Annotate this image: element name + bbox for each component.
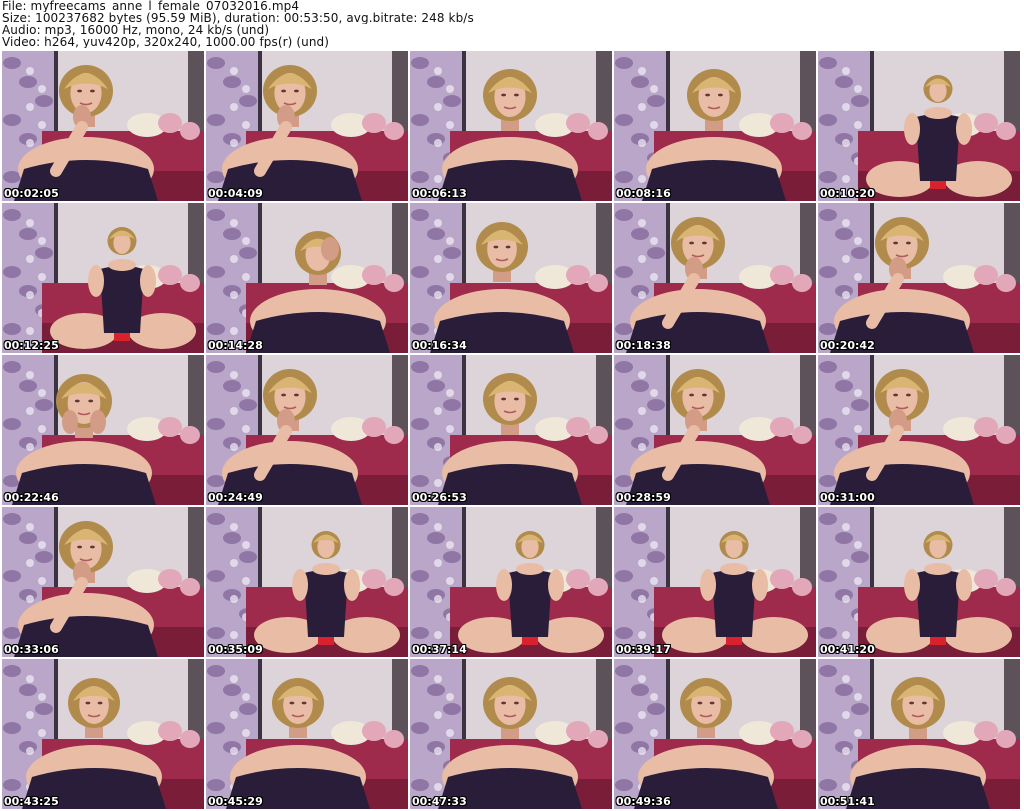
thumbnail-image bbox=[614, 507, 816, 657]
thumbnail-timestamp: 00:08:16 bbox=[616, 187, 671, 200]
file-name-line: File: myfreecams_anne_l_female_07032016.… bbox=[2, 0, 300, 12]
thumbnail-timestamp: 00:24:49 bbox=[208, 491, 263, 504]
thumbnail-image bbox=[2, 355, 204, 505]
thumbnail-timestamp: 00:14:28 bbox=[208, 339, 263, 352]
thumbnail-timestamp: 00:51:41 bbox=[820, 795, 875, 808]
thumbnail-timestamp: 00:18:38 bbox=[616, 339, 671, 352]
video-thumbnail: 00:31:00 bbox=[818, 355, 1020, 505]
video-thumbnail: 00:51:41 bbox=[818, 659, 1020, 809]
video-thumbnail: 00:39:17 bbox=[614, 507, 816, 657]
thumbnail-timestamp: 00:43:25 bbox=[4, 795, 59, 808]
thumbnail-timestamp: 00:26:53 bbox=[412, 491, 467, 504]
video-thumbnail: 00:20:42 bbox=[818, 203, 1020, 353]
video-thumbnail: 00:35:09 bbox=[206, 507, 408, 657]
thumbnail-image bbox=[206, 203, 408, 353]
video-thumbnail: 00:45:29 bbox=[206, 659, 408, 809]
thumbnail-image bbox=[614, 355, 816, 505]
video-thumbnail: 00:49:36 bbox=[614, 659, 816, 809]
thumbnail-timestamp: 00:49:36 bbox=[616, 795, 671, 808]
thumbnail-image bbox=[410, 507, 612, 657]
thumbnail-image bbox=[206, 355, 408, 505]
video-thumbnail: 00:16:34 bbox=[410, 203, 612, 353]
thumbnail-timestamp: 00:41:20 bbox=[820, 643, 875, 656]
thumbnail-image bbox=[410, 659, 612, 809]
thumbnail-image bbox=[818, 507, 1020, 657]
video-thumbnail: 00:18:38 bbox=[614, 203, 816, 353]
thumbnail-timestamp: 00:33:06 bbox=[4, 643, 59, 656]
thumbnail-timestamp: 00:02:05 bbox=[4, 187, 59, 200]
video-thumbnail: 00:06:13 bbox=[410, 51, 612, 201]
thumbnail-image bbox=[206, 51, 408, 201]
video-thumbnail: 00:12:25 bbox=[2, 203, 204, 353]
thumbnail-image bbox=[206, 659, 408, 809]
thumbnail-timestamp: 00:06:13 bbox=[412, 187, 467, 200]
video-thumbnail: 00:08:16 bbox=[614, 51, 816, 201]
video-info-line: Video: h264, yuv420p, 320x240, 1000.00 f… bbox=[2, 36, 330, 48]
file-info-header: File: myfreecams_anne_l_female_07032016.… bbox=[2, 0, 1020, 50]
video-thumbnail: 00:47:33 bbox=[410, 659, 612, 809]
video-thumbnail: 00:10:20 bbox=[818, 51, 1020, 201]
thumbnail-image bbox=[614, 203, 816, 353]
thumbnail-image bbox=[410, 355, 612, 505]
thumbnail-image bbox=[2, 507, 204, 657]
thumbnail-grid: 00:02:05 00:04:09 00:06:13 00:08:16 00:10:20… bbox=[2, 51, 1022, 809]
video-thumbnail: 00:04:09 bbox=[206, 51, 408, 201]
thumbnail-image bbox=[818, 355, 1020, 505]
video-thumbnail: 00:24:49 bbox=[206, 355, 408, 505]
thumbnail-image bbox=[818, 203, 1020, 353]
thumbnail-timestamp: 00:35:09 bbox=[208, 643, 263, 656]
video-thumbnail: 00:33:06 bbox=[2, 507, 204, 657]
thumbnail-timestamp: 00:04:09 bbox=[208, 187, 263, 200]
thumbnail-image bbox=[818, 51, 1020, 201]
video-thumbnail: 00:14:28 bbox=[206, 203, 408, 353]
thumbnail-timestamp: 00:45:29 bbox=[208, 795, 263, 808]
thumbnail-image bbox=[614, 51, 816, 201]
thumbnail-timestamp: 00:12:25 bbox=[4, 339, 59, 352]
thumbnail-timestamp: 00:37:14 bbox=[412, 643, 467, 656]
video-thumbnail: 00:43:25 bbox=[2, 659, 204, 809]
thumbnail-timestamp: 00:28:59 bbox=[616, 491, 671, 504]
thumbnail-timestamp: 00:22:46 bbox=[4, 491, 59, 504]
thumbnail-image bbox=[2, 659, 204, 809]
thumbnail-timestamp: 00:39:17 bbox=[616, 643, 671, 656]
video-thumbnail: 00:28:59 bbox=[614, 355, 816, 505]
thumbnail-timestamp: 00:16:34 bbox=[412, 339, 467, 352]
thumbnail-image bbox=[410, 51, 612, 201]
video-thumbnail: 00:26:53 bbox=[410, 355, 612, 505]
thumbnail-timestamp: 00:47:33 bbox=[412, 795, 467, 808]
video-thumbnail: 00:41:20 bbox=[818, 507, 1020, 657]
thumbnail-timestamp: 00:20:42 bbox=[820, 339, 875, 352]
thumbnail-image bbox=[614, 659, 816, 809]
thumbnail-image bbox=[2, 51, 204, 201]
thumbnail-timestamp: 00:31:00 bbox=[820, 491, 875, 504]
audio-info-line: Audio: mp3, 16000 Hz, mono, 24 kb/s (und… bbox=[2, 24, 270, 36]
thumbnail-timestamp: 00:10:20 bbox=[820, 187, 875, 200]
thumbnail-image bbox=[410, 203, 612, 353]
video-thumbnail: 00:22:46 bbox=[2, 355, 204, 505]
thumbnail-image bbox=[206, 507, 408, 657]
thumbnail-image bbox=[2, 203, 204, 353]
video-thumbnail: 00:02:05 bbox=[2, 51, 204, 201]
thumbnail-image bbox=[818, 659, 1020, 809]
video-thumbnail: 00:37:14 bbox=[410, 507, 612, 657]
file-size-line: Size: 100237682 bytes (95.59 MiB), durat… bbox=[2, 12, 474, 24]
